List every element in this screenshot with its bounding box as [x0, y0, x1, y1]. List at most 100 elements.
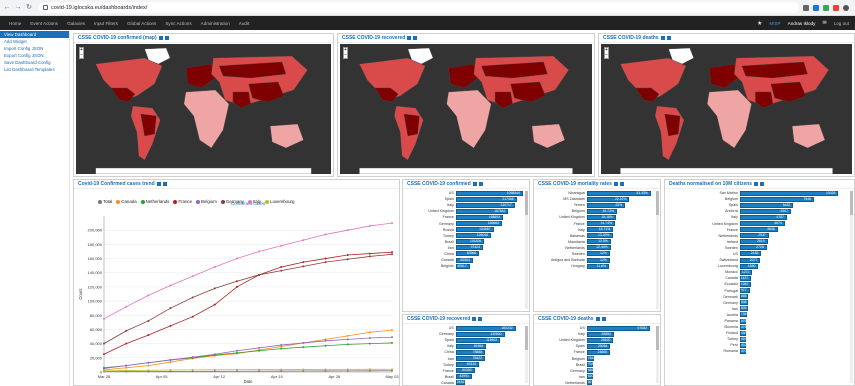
data-point[interactable] — [368, 255, 371, 258]
zoom-out-button[interactable]: − — [344, 53, 347, 58]
africa-shape[interactable] — [183, 89, 230, 149]
arrow-right-icon[interactable]: → — [14, 4, 22, 12]
edit-icon[interactable] — [158, 35, 163, 40]
data-point[interactable] — [213, 303, 216, 306]
extension-icon[interactable] — [813, 4, 819, 11]
data-point[interactable] — [147, 364, 150, 367]
nav-galaxies[interactable]: Galaxies — [67, 21, 85, 26]
edit-icon[interactable] — [156, 181, 161, 186]
data-point[interactable] — [280, 344, 283, 347]
data-point[interactable] — [346, 229, 349, 232]
data-point[interactable] — [324, 233, 327, 236]
data-point[interactable] — [191, 296, 194, 299]
scroll-thumb[interactable] — [850, 191, 853, 215]
star-icon[interactable]: ★ — [757, 20, 762, 27]
series-line-netherlands[interactable] — [103, 342, 393, 369]
list-row[interactable]: Hungary 11.6% — [534, 263, 654, 269]
trash-icon[interactable] — [478, 181, 483, 186]
data-point[interactable] — [258, 250, 261, 253]
scrollbar[interactable] — [656, 191, 659, 309]
nav-input-filters[interactable]: Input Filters — [94, 21, 118, 26]
data-point[interactable] — [235, 280, 238, 283]
data-point[interactable] — [169, 361, 172, 364]
sidebar-item-import-config[interactable]: Import Config JSON — [0, 45, 69, 52]
data-point[interactable] — [169, 369, 172, 372]
data-point[interactable] — [302, 239, 305, 242]
data-point[interactable] — [280, 266, 283, 269]
data-point[interactable] — [346, 368, 349, 371]
data-point[interactable] — [346, 258, 349, 261]
extension-icon[interactable] — [823, 4, 829, 11]
data-point[interactable] — [235, 349, 238, 352]
series-line-belgium[interactable] — [103, 336, 393, 369]
data-point[interactable] — [258, 273, 261, 276]
antarctica-shape[interactable] — [359, 167, 573, 174]
reload-icon[interactable]: ↻ — [25, 4, 33, 12]
data-point[interactable] — [191, 368, 194, 371]
data-point[interactable] — [235, 257, 238, 260]
trash-icon[interactable] — [619, 181, 624, 186]
antarctica-shape[interactable] — [620, 167, 833, 174]
data-point[interactable] — [147, 361, 150, 364]
data-point[interactable] — [302, 368, 305, 371]
nav-administration[interactable]: Administration — [201, 21, 230, 26]
world-map[interactable]: + − — [76, 44, 331, 174]
nav-home[interactable]: Home — [9, 21, 21, 26]
data-point[interactable] — [302, 346, 305, 349]
data-point[interactable] — [280, 347, 283, 350]
data-point[interactable] — [191, 275, 194, 278]
data-point[interactable] — [258, 349, 261, 352]
data-point[interactable] — [324, 339, 327, 342]
europe-shape[interactable] — [185, 63, 216, 89]
zoom-out-button[interactable]: − — [80, 53, 83, 58]
profile-avatar[interactable] — [843, 4, 849, 11]
india-shape[interactable] — [755, 91, 774, 109]
data-point[interactable] — [147, 319, 150, 322]
data-point[interactable] — [213, 287, 216, 290]
legend-item[interactable]: Total — [98, 199, 112, 204]
scrollbar[interactable] — [850, 191, 853, 383]
logout-link[interactable]: Log out — [834, 21, 849, 26]
scroll-thumb[interactable] — [525, 191, 528, 215]
data-point[interactable] — [324, 344, 327, 347]
data-point[interactable] — [302, 341, 305, 344]
india-shape[interactable] — [494, 91, 513, 109]
data-point[interactable] — [191, 315, 194, 318]
data-point[interactable] — [391, 222, 393, 225]
scrollbar[interactable] — [656, 326, 659, 383]
trash-icon[interactable] — [164, 35, 169, 40]
data-point[interactable] — [125, 364, 128, 367]
data-point[interactable] — [125, 329, 128, 332]
legend-item[interactable]: France — [173, 199, 192, 204]
data-point[interactable] — [125, 369, 128, 372]
data-point[interactable] — [280, 368, 283, 371]
data-point[interactable] — [103, 353, 105, 356]
address-bar[interactable]: covid-19.iglocska.eu/dashboards/index/ — [39, 2, 799, 13]
data-point[interactable] — [368, 336, 371, 339]
data-point[interactable] — [258, 368, 261, 371]
data-point[interactable] — [368, 368, 371, 371]
data-point[interactable] — [213, 353, 216, 356]
list-row[interactable]: Romania 370 — [665, 348, 848, 354]
data-point[interactable] — [346, 343, 349, 346]
data-point[interactable] — [213, 368, 216, 371]
data-point[interactable] — [235, 285, 238, 288]
europe-shape[interactable] — [448, 63, 478, 89]
data-point[interactable] — [346, 338, 349, 341]
data-point[interactable] — [391, 329, 393, 332]
series-line-total[interactable] — [103, 370, 393, 373]
data-point[interactable] — [346, 334, 349, 337]
sidebar-item-save-config[interactable]: Save Dashboard Config — [0, 59, 69, 66]
sidebar-item-view-dashboard[interactable]: View Dashboard — [0, 31, 69, 38]
legend-item[interactable]: Belgium — [196, 199, 217, 204]
data-point[interactable] — [302, 261, 305, 264]
data-point[interactable] — [368, 331, 371, 334]
data-point[interactable] — [169, 324, 172, 327]
data-point[interactable] — [125, 366, 128, 369]
edit-icon[interactable] — [472, 316, 477, 321]
antarctica-shape[interactable] — [95, 167, 312, 174]
scroll-thumb[interactable] — [656, 191, 659, 215]
data-point[interactable] — [125, 305, 128, 308]
data-point[interactable] — [103, 317, 105, 320]
data-point[interactable] — [125, 342, 128, 345]
